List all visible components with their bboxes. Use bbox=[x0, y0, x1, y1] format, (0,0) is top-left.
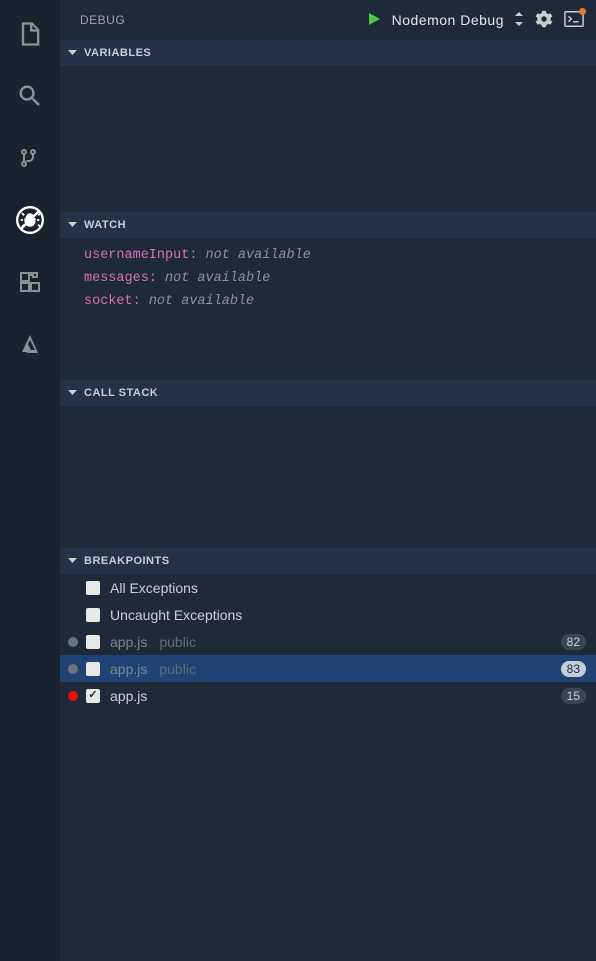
chevron-down-icon bbox=[68, 388, 78, 398]
chevron-down-icon bbox=[68, 220, 78, 230]
start-debug-icon[interactable] bbox=[366, 11, 382, 30]
watch-name: usernameInput bbox=[84, 248, 189, 263]
checkbox[interactable] bbox=[86, 581, 100, 595]
sidebar-header: DEBUG Nodemon Debug bbox=[60, 0, 596, 40]
checkbox[interactable] bbox=[86, 689, 100, 703]
breakpoint-file: app.js bbox=[110, 661, 147, 677]
breakpoints-section-header[interactable]: BREAKPOINTS bbox=[60, 548, 596, 574]
breakpoint-dot-icon bbox=[68, 691, 78, 701]
breakpoint-exception-row[interactable]: Uncaught Exceptions bbox=[60, 601, 596, 628]
explorer-icon[interactable] bbox=[6, 10, 54, 58]
debug-sidebar: DEBUG Nodemon Debug VARIABLES WA bbox=[60, 0, 596, 961]
breakpoint-line: 83 bbox=[561, 661, 586, 677]
watch-value: not available bbox=[149, 294, 254, 309]
debug-config-select[interactable]: Nodemon Debug bbox=[392, 12, 504, 28]
source-control-icon[interactable] bbox=[6, 134, 54, 182]
breakpoint-file: app.js bbox=[110, 688, 147, 704]
watch-value: not available bbox=[206, 248, 311, 263]
watch-name: socket bbox=[84, 294, 133, 309]
azure-icon[interactable] bbox=[6, 320, 54, 368]
checkbox[interactable] bbox=[86, 662, 100, 676]
breakpoint-exception-row[interactable]: All Exceptions bbox=[60, 574, 596, 601]
breakpoint-dot-icon bbox=[68, 664, 78, 674]
watch-expression[interactable]: usernameInput: not available bbox=[60, 244, 596, 267]
breakpoint-line: 82 bbox=[561, 634, 586, 650]
breakpoint-line: 15 bbox=[561, 688, 586, 704]
debug-config-label: Nodemon Debug bbox=[392, 12, 504, 28]
callstack-body bbox=[60, 406, 596, 548]
breakpoint-row[interactable]: app.js 15 bbox=[60, 682, 596, 709]
variables-body bbox=[60, 66, 596, 212]
breakpoints-body: All Exceptions Uncaught Exceptions app.js p… bbox=[60, 574, 596, 961]
watch-section-header[interactable]: WATCH bbox=[60, 212, 596, 238]
panel-title: DEBUG bbox=[80, 13, 125, 27]
debug-icon[interactable] bbox=[6, 196, 54, 244]
chevron-down-icon bbox=[68, 556, 78, 566]
checkbox[interactable] bbox=[86, 635, 100, 649]
gear-icon[interactable] bbox=[534, 10, 554, 31]
notification-dot-icon bbox=[579, 8, 586, 15]
checkbox[interactable] bbox=[86, 608, 100, 622]
search-icon[interactable] bbox=[6, 72, 54, 120]
activity-bar bbox=[0, 0, 60, 961]
chevron-down-icon bbox=[68, 48, 78, 58]
breakpoint-path: public bbox=[159, 661, 196, 677]
breakpoint-row[interactable]: app.js public 83 bbox=[60, 655, 596, 682]
watch-title: WATCH bbox=[84, 219, 126, 231]
header-controls: Nodemon Debug bbox=[366, 10, 584, 31]
breakpoint-row[interactable]: app.js public 82 bbox=[60, 628, 596, 655]
callstack-section-header[interactable]: CALL STACK bbox=[60, 380, 596, 406]
variables-section-header[interactable]: VARIABLES bbox=[60, 40, 596, 66]
select-arrows-icon[interactable] bbox=[514, 12, 524, 29]
watch-expression[interactable]: messages: not available bbox=[60, 267, 596, 290]
breakpoint-label: All Exceptions bbox=[110, 580, 198, 596]
watch-expression[interactable]: socket: not available bbox=[60, 290, 596, 313]
variables-title: VARIABLES bbox=[84, 47, 151, 59]
breakpoint-file: app.js bbox=[110, 634, 147, 650]
debug-console-icon[interactable] bbox=[564, 10, 584, 31]
breakpoint-path: public bbox=[159, 634, 196, 650]
callstack-title: CALL STACK bbox=[84, 387, 158, 399]
breakpoint-dot-icon bbox=[68, 637, 78, 647]
watch-value: not available bbox=[165, 271, 270, 286]
breakpoint-label: Uncaught Exceptions bbox=[110, 607, 242, 623]
watch-name: messages bbox=[84, 271, 149, 286]
breakpoints-title: BREAKPOINTS bbox=[84, 555, 170, 567]
watch-body: usernameInput: not availablemessages: no… bbox=[60, 238, 596, 380]
extensions-icon[interactable] bbox=[6, 258, 54, 306]
